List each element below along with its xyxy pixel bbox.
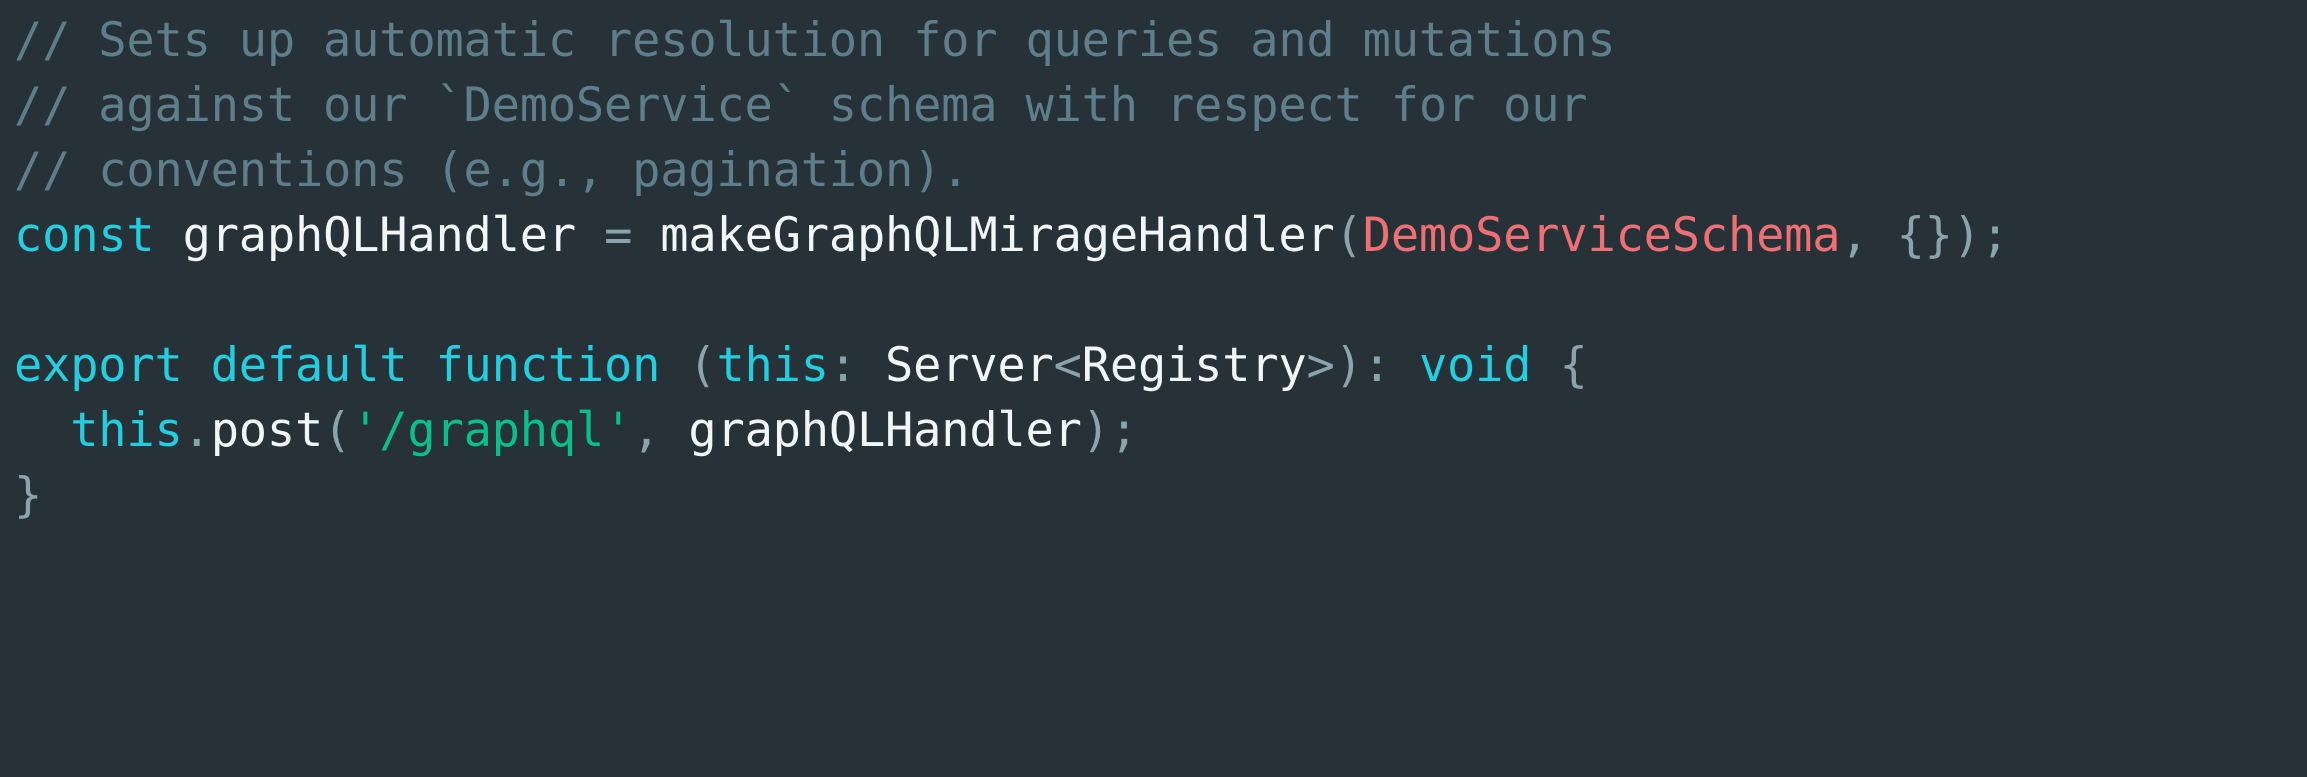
code-token-keyword: void: [1418, 338, 1532, 393]
code-token-op: =: [604, 208, 633, 263]
code-line: [14, 268, 2307, 333]
code-token-type: DemoServiceSchema: [1362, 208, 1841, 263]
code-token-keyword: this: [716, 338, 829, 393]
code-token-string: '/graphql': [351, 403, 633, 458]
code-token-punct: (: [688, 338, 717, 393]
code-line: // against our `DemoService` schema with…: [14, 73, 2307, 138]
code-token-punct: <: [1053, 338, 1082, 393]
code-line: }: [14, 463, 2307, 528]
code-line: this.post('/graphql', graphQLHandler);: [14, 398, 2307, 463]
code-line: const graphQLHandler = makeGraphQLMirage…: [14, 203, 2307, 268]
code-token-punct: {});: [1896, 208, 2010, 263]
code-token-comment: // Sets up automatic resolution for quer…: [14, 13, 1616, 68]
code-token-ident: post: [210, 403, 324, 458]
code-token-punct: ,: [632, 403, 689, 458]
code-token-ident: graphQLHandler: [182, 208, 577, 263]
code-token-punct: (: [323, 403, 352, 458]
code-block[interactable]: // Sets up automatic resolution for quer…: [0, 0, 2307, 777]
code-line: // Sets up automatic resolution for quer…: [14, 0, 2307, 73]
code-token-comment: // against our `DemoService` schema with…: [14, 78, 1588, 133]
code-token-punct: :: [828, 338, 857, 393]
code-line: export default function (this: Server<Re…: [14, 333, 2307, 398]
code-token-punct: }: [14, 468, 43, 523]
code-token-punct: ,: [1840, 208, 1897, 263]
code-token-punct: (: [1334, 208, 1363, 263]
code-token-keyword: this: [70, 403, 183, 458]
code-token-punct: {: [1559, 338, 1588, 393]
code-token-keyword: const: [14, 208, 155, 263]
code-token-blank: [14, 273, 42, 328]
code-token-keyword: export default function: [14, 338, 661, 393]
code-token-punct: >: [1306, 338, 1335, 393]
code-token-punct: .: [182, 403, 211, 458]
code-token-punct: );: [1081, 403, 1138, 458]
code-token-ident: graphQLHandler: [688, 403, 1082, 458]
code-line: // conventions (e.g., pagination).: [14, 138, 2307, 203]
code-token-ident: Server: [885, 338, 1054, 393]
code-token-ident: makeGraphQLMirageHandler: [660, 208, 1335, 263]
code-token-ident: Registry: [1081, 338, 1307, 393]
code-token-comment: // conventions (e.g., pagination).: [14, 143, 970, 198]
code-token-punct: ):: [1334, 338, 1391, 393]
